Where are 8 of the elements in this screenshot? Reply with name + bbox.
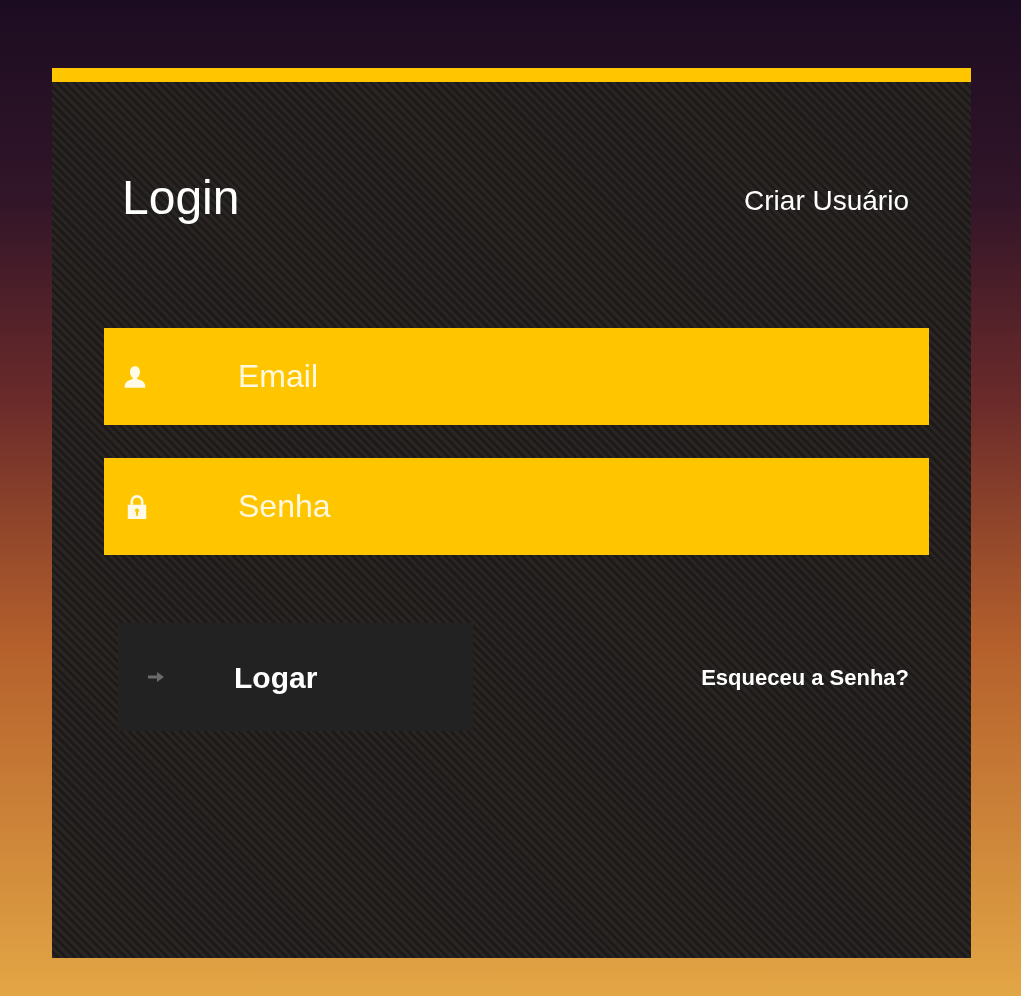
create-user-link[interactable]: Criar Usuário xyxy=(744,180,909,222)
login-button[interactable]: Logar xyxy=(118,623,473,731)
forgot-password-link[interactable]: Esqueceu a Senha? xyxy=(701,660,909,694)
arrow-icon xyxy=(148,671,164,683)
email-field[interactable]: Email xyxy=(104,328,929,425)
login-title: Login xyxy=(122,174,240,222)
user-icon xyxy=(122,363,148,390)
password-field[interactable]: Senha xyxy=(104,458,929,555)
